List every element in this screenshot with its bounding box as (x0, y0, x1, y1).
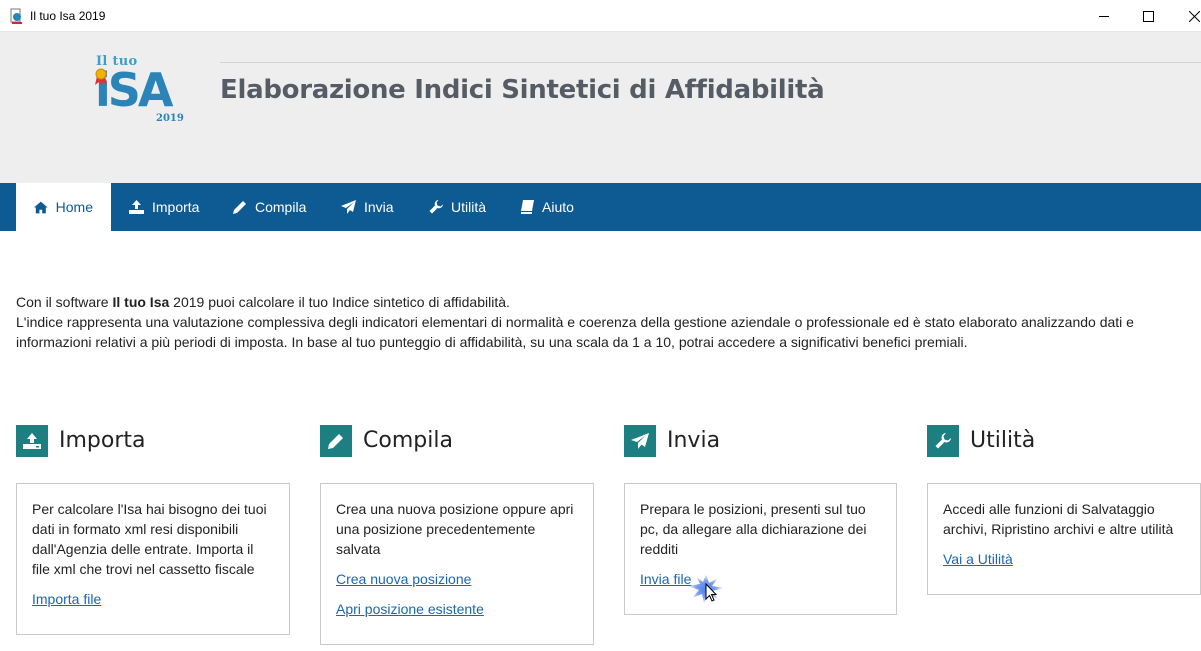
maximize-icon (1143, 11, 1154, 22)
nav-home-label: Home (55, 199, 93, 215)
maximize-button[interactable] (1125, 0, 1171, 32)
main-nav: Home Importa Compila Invia Utilità Aiuto (0, 183, 1201, 231)
vai-a-utilita-link[interactable]: Vai a Utilità (943, 549, 1185, 569)
nav-utilita[interactable]: Utilità (411, 183, 504, 231)
paper-plane-icon (624, 424, 656, 457)
nav-utilita-label: Utilità (451, 199, 487, 215)
nav-compila-label: Compila (255, 199, 307, 215)
page-title: Elaborazione Indici Sintetici di Affidab… (220, 75, 825, 105)
logo-year: 2019 (156, 113, 184, 124)
nav-importa[interactable]: Importa (111, 183, 217, 231)
section-compila-card: Crea una nuova posizione oppure apri una… (320, 483, 594, 645)
app-header: Il tuo iSA 2019 Elaborazione Indici Sint… (0, 32, 1201, 183)
nav-compila[interactable]: Compila (215, 183, 324, 231)
nav-invia-label: Invia (364, 199, 394, 215)
app-icon (10, 8, 22, 24)
section-compila-text: Crea una nuova posizione oppure apri una… (336, 501, 574, 557)
section-importa-text: Per calcolare l'Isa hai bisogno dei tuoi… (32, 501, 267, 577)
crea-nuova-posizione-link[interactable]: Crea nuova posizione (336, 569, 578, 589)
intro-line2: L'indice rappresenta una valutazione com… (16, 314, 1134, 350)
nav-aiuto[interactable]: Aiuto (503, 183, 592, 231)
minimize-button[interactable] (1081, 0, 1127, 32)
pencil-icon (233, 201, 246, 214)
nav-invia[interactable]: Invia (323, 183, 412, 231)
section-utilita-text: Accedi alle funzioni di Salvataggio arch… (943, 501, 1174, 537)
nav-home[interactable]: Home (16, 183, 111, 231)
close-button[interactable] (1171, 0, 1201, 32)
minimize-icon (1099, 16, 1109, 17)
medal-icon (95, 68, 107, 85)
section-invia-text: Prepara le posizioni, presenti sul tuo p… (640, 501, 867, 557)
section-utilita-header: Utilità (927, 424, 1035, 457)
section-utilita-title: Utilità (970, 428, 1036, 453)
window-titlebar: Il tuo Isa 2019 (0, 0, 1201, 32)
invia-file-link[interactable]: Invia file (640, 569, 881, 589)
nav-aiuto-label: Aiuto (542, 199, 574, 215)
wrench-icon (429, 200, 443, 214)
intro-text: Con il software Il tuo Isa 2019 puoi cal… (16, 292, 1191, 352)
paper-plane-icon (341, 200, 356, 214)
pencil-icon (320, 424, 352, 457)
close-icon (1189, 11, 1200, 22)
intro-line1: Con il software Il tuo Isa 2019 puoi cal… (16, 294, 510, 310)
nav-importa-label: Importa (152, 199, 200, 215)
home-icon (34, 201, 48, 213)
upload-icon (16, 424, 48, 457)
section-importa-header: Importa (16, 424, 146, 457)
window-title: Il tuo Isa 2019 (30, 9, 106, 23)
section-importa-title: Importa (59, 428, 146, 453)
section-compila-header: Compila (320, 424, 453, 457)
mouse-cursor-icon (688, 574, 724, 604)
wrench-icon (927, 424, 959, 457)
app-logo: Il tuo iSA 2019 (90, 54, 190, 129)
section-compila-title: Compila (363, 428, 453, 453)
upload-icon (129, 200, 144, 214)
importa-file-link[interactable]: Importa file (32, 589, 274, 609)
section-invia-card: Prepara le posizioni, presenti sul tuo p… (624, 483, 897, 615)
section-invia-title: Invia (667, 428, 721, 453)
software-name: Il tuo Isa (112, 294, 170, 310)
book-icon (521, 200, 534, 214)
section-utilita-card: Accedi alle funzioni di Salvataggio arch… (927, 483, 1201, 595)
section-invia-header: Invia (624, 424, 720, 457)
apri-posizione-esistente-link[interactable]: Apri posizione esistente (336, 599, 578, 619)
header-divider (220, 62, 1201, 63)
section-importa-card: Per calcolare l'Isa hai bisogno dei tuoi… (16, 483, 290, 635)
